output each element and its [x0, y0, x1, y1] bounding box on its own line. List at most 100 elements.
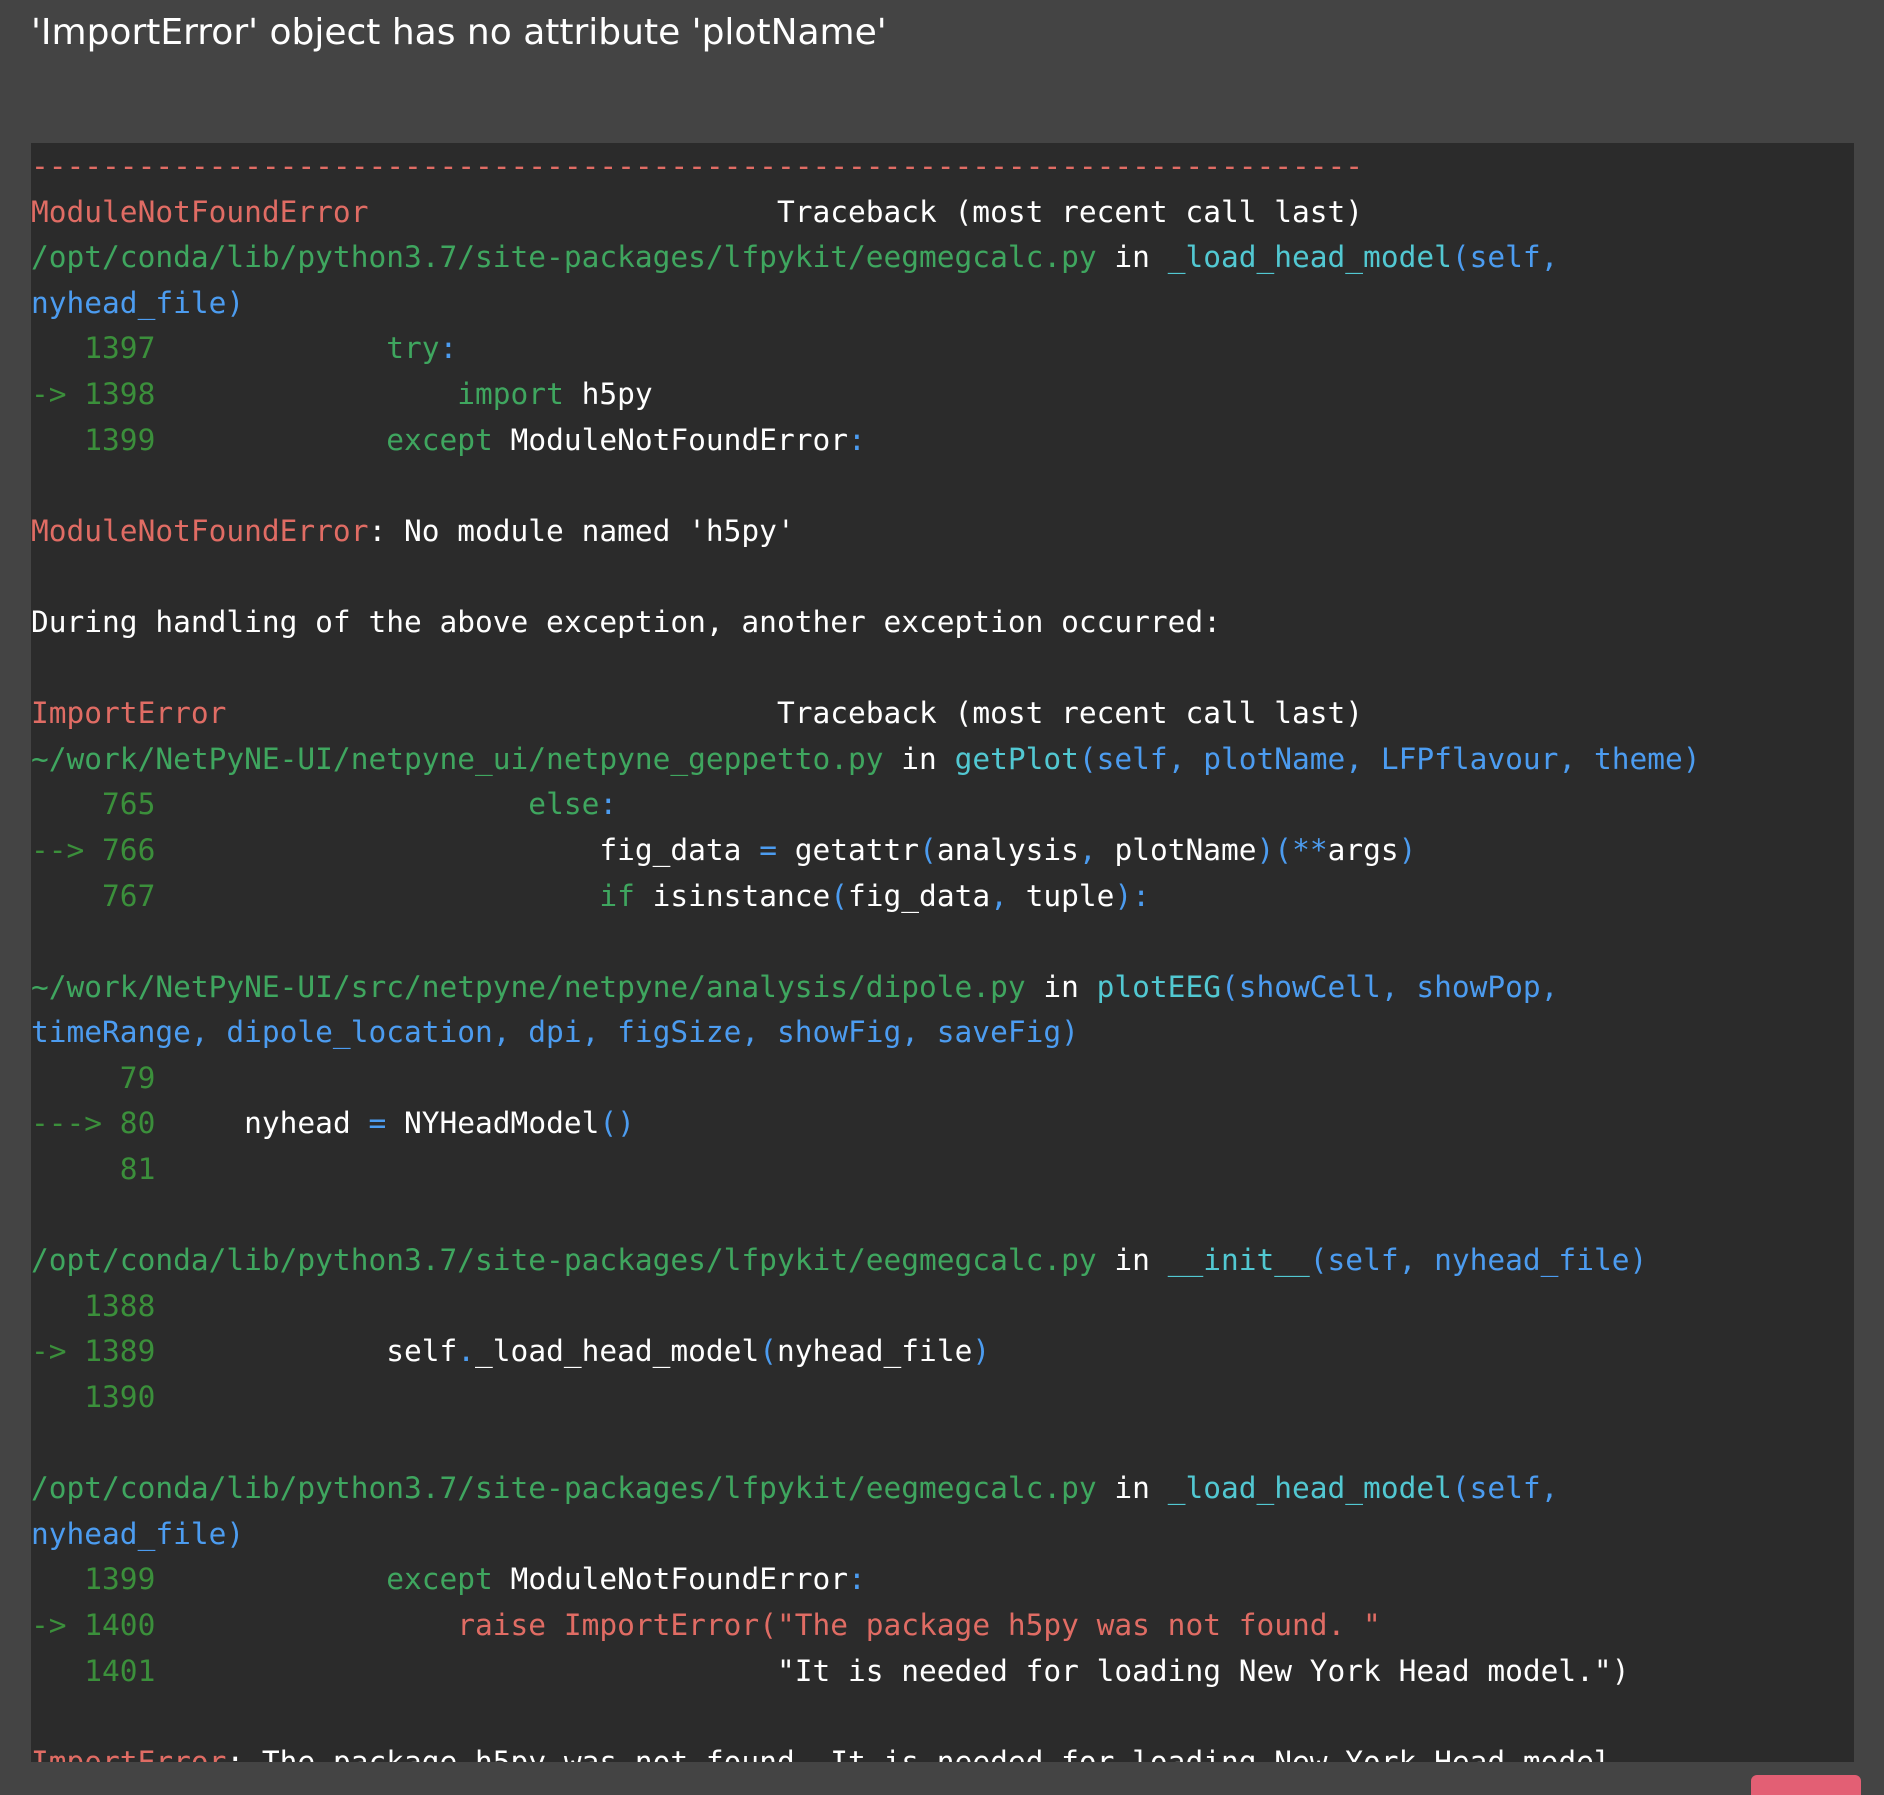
traceback-line [31, 646, 1854, 692]
traceback-line: ----------------------------------------… [31, 144, 1854, 190]
traceback-token: timeRange, dipole_location, dpi, figSize… [31, 1015, 1079, 1050]
traceback-token: : [848, 1562, 866, 1597]
traceback-token: Traceback (most recent call last) [226, 696, 1364, 731]
traceback-token: ImportError [31, 1744, 227, 1762]
traceback-token: Traceback (most recent call last) [368, 194, 1364, 229]
traceback-panel: ----------------------------------------… [31, 143, 1854, 1762]
traceback-token: plotName [1096, 832, 1257, 867]
traceback-line: -> 1398 import h5py [31, 372, 1854, 418]
traceback-token: 79 [31, 1060, 174, 1095]
traceback-output: ----------------------------------------… [31, 143, 1854, 1762]
traceback-token: 767 [31, 878, 174, 913]
traceback-token: __init__ [1167, 1243, 1310, 1278]
traceback-token: 1401 [31, 1653, 174, 1688]
traceback-token: (self, [1451, 240, 1559, 275]
traceback-line: timeRange, dipole_location, dpi, figSize… [31, 1010, 1854, 1056]
traceback-line [31, 463, 1854, 509]
traceback-token: (self, [1451, 1471, 1559, 1506]
traceback-token: in [1096, 1471, 1168, 1506]
traceback-token: ModuleNotFoundError [492, 1562, 849, 1597]
traceback-token: 81 [31, 1152, 174, 1187]
traceback-line: ImportError: The package h5py was not fo… [31, 1740, 1854, 1762]
traceback-token: : [848, 422, 866, 457]
traceback-token: in [1096, 1243, 1168, 1278]
traceback-token: () [599, 1106, 635, 1141]
dialog-action-button[interactable] [1751, 1775, 1861, 1795]
traceback-line: ---> 80 nyhead = NYHeadModel() [31, 1101, 1854, 1147]
traceback-line: /opt/conda/lib/python3.7/site-packages/l… [31, 1238, 1854, 1284]
traceback-token: /opt/conda/lib/python3.7/site-packages/l… [31, 1471, 1097, 1506]
traceback-line: 81 [31, 1147, 1854, 1193]
traceback-token: : [599, 787, 618, 822]
traceback-token: : The package h5py was not found. It is … [226, 1744, 1630, 1762]
traceback-line: ModuleNotFoundError: No module named 'h5… [31, 509, 1854, 555]
traceback-token: _load_head_model [475, 1334, 760, 1369]
traceback-token: ~/work/NetPyNE-UI/netpyne_ui/netpyne_gep… [31, 741, 884, 776]
traceback-token: nyhead_file [776, 1334, 973, 1369]
traceback-token: = [368, 1106, 387, 1141]
traceback-line [31, 554, 1854, 600]
traceback-line: 1390 [31, 1375, 1854, 1421]
traceback-token: /opt/conda/lib/python3.7/site-packages/l… [31, 1243, 1097, 1278]
traceback-token: raise ImportError("The package h5py was … [173, 1608, 1381, 1642]
traceback-token: nyhead_file) [31, 1516, 245, 1551]
traceback-token: 1390 [31, 1380, 174, 1415]
traceback-token: --> 766 [31, 832, 174, 867]
traceback-token: import [173, 376, 564, 411]
traceback-token: : [439, 331, 458, 366]
traceback-token: = [759, 832, 777, 867]
traceback-token: self [173, 1334, 458, 1369]
traceback-token: fig_data [173, 832, 760, 867]
traceback-token: getattr [776, 832, 920, 867]
traceback-token: NYHeadModel [386, 1106, 600, 1141]
traceback-token: try [173, 331, 440, 366]
traceback-token: 1399 [31, 1562, 174, 1597]
traceback-token: "It is needed for loading New York Head … [173, 1653, 1630, 1688]
traceback-token: isinstance [634, 878, 831, 913]
traceback-token: -> 1389 [31, 1334, 174, 1369]
traceback-line: /opt/conda/lib/python3.7/site-packages/l… [31, 235, 1854, 281]
traceback-token: in [1096, 240, 1168, 275]
traceback-token: -> 1398 [31, 376, 174, 411]
traceback-line: 1388 [31, 1284, 1854, 1330]
traceback-line: ~/work/NetPyNE-UI/src/netpyne/netpyne/an… [31, 965, 1854, 1011]
traceback-line: /opt/conda/lib/python3.7/site-packages/l… [31, 1466, 1854, 1512]
traceback-token: analysis [936, 832, 1079, 867]
traceback-token: ImportError [31, 696, 227, 731]
traceback-token: ----------------------------------------… [31, 149, 1364, 183]
traceback-token: _load_head_model [1167, 1471, 1452, 1506]
traceback-line: During handling of the above exception, … [31, 600, 1854, 646]
traceback-token: ( [919, 832, 937, 867]
traceback-token: (self, plotName, LFPflavour, theme) [1078, 741, 1701, 776]
traceback-token: nyhead_file) [31, 285, 245, 320]
traceback-token: 1399 [31, 422, 174, 457]
traceback-token: ) [1398, 832, 1417, 867]
traceback-token: nyhead [173, 1106, 369, 1141]
traceback-token: except [173, 1562, 493, 1597]
traceback-token: (self, nyhead_file) [1309, 1243, 1648, 1278]
traceback-token: in [883, 741, 955, 776]
traceback-line: ~/work/NetPyNE-UI/netpyne_ui/netpyne_gep… [31, 737, 1854, 783]
traceback-token: except [173, 422, 493, 457]
traceback-token: ): [1114, 878, 1150, 913]
traceback-token: if [173, 878, 635, 913]
traceback-token: ~/work/NetPyNE-UI/src/netpyne/netpyne/an… [31, 969, 1026, 1004]
traceback-token: , [1078, 832, 1097, 867]
traceback-token: fig_data [848, 878, 991, 913]
traceback-line: 1399 except ModuleNotFoundError: [31, 418, 1854, 464]
error-dialog-title: 'ImportError' object has no attribute 'p… [31, 12, 887, 53]
traceback-token: During handling of the above exception, … [31, 604, 1221, 639]
traceback-line [31, 1694, 1854, 1740]
traceback-token: else [173, 787, 600, 822]
traceback-token: -> 1400 [31, 1608, 174, 1642]
traceback-line: 1399 except ModuleNotFoundError: [31, 1557, 1854, 1603]
traceback-line: -> 1400 raise ImportError("The package h… [31, 1603, 1854, 1649]
traceback-line: 765 else: [31, 782, 1854, 828]
traceback-token: tuple [1007, 878, 1115, 913]
traceback-token: (showCell, showPop, [1220, 969, 1559, 1004]
traceback-token: 1388 [31, 1288, 174, 1323]
traceback-line [31, 1421, 1854, 1467]
traceback-token: ---> 80 [31, 1106, 174, 1141]
traceback-token: ( [830, 878, 849, 913]
traceback-line [31, 919, 1854, 965]
